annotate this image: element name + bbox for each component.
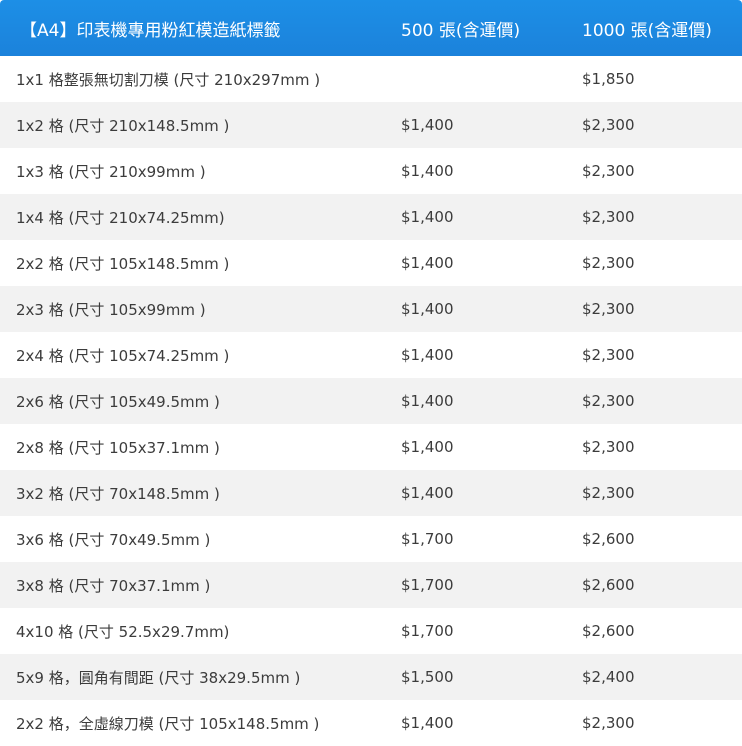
price-1000-cell: $2,300 — [582, 714, 635, 732]
table-row: 5x9 格，圓角有間距 (尺寸 38x29.5mm ) $1,500 $2,40… — [0, 654, 742, 700]
item-cell: 1x2 格 (尺寸 210x148.5mm ) — [0, 102, 401, 148]
price-1000-cell: $2,300 — [582, 254, 635, 272]
price-1000-cell: $1,850 — [582, 70, 635, 88]
price-500-cell: $1,400 — [401, 470, 582, 516]
price-500-cell: $1,400 — [401, 714, 454, 732]
table-row: 3x6 格 (尺寸 70x49.5mm ) $1,700 $2,600 — [0, 516, 742, 562]
price-500-cell: $1,700 — [401, 622, 454, 640]
price-1000-cell: $2,300 — [582, 470, 742, 516]
price-1000-cell: $2,300 — [582, 346, 635, 364]
item-cell: 2x2 格，全虛線刀模 (尺寸 105x148.5mm ) — [16, 714, 320, 733]
price-1000-cell: $2,300 — [582, 194, 742, 240]
price-500-cell: $1,400 — [401, 378, 582, 424]
price-500-cell — [401, 56, 582, 102]
price-500-cell: $1,400 — [401, 346, 454, 364]
item-cell: 4x10 格 (尺寸 52.5x29.7mm) — [16, 622, 230, 641]
price-500-cell: $1,500 — [401, 654, 582, 700]
price-1000-cell: $2,600 — [582, 622, 635, 640]
table-row: 1x1 格整張無切割刀模 (尺寸 210x297mm ) $1,850 — [0, 56, 742, 102]
item-cell: 2x8 格 (尺寸 105x37.1mm ) — [16, 438, 220, 457]
table-row: 1x4 格 (尺寸 210x74.25mm) $1,400 $2,300 — [0, 194, 742, 240]
table-row: 3x8 格 (尺寸 70x37.1mm ) $1,700 $2,600 — [0, 562, 742, 608]
price-1000-cell: $2,600 — [582, 562, 742, 608]
table-row: 2x2 格，全虛線刀模 (尺寸 105x148.5mm ) $1,400 $2,… — [0, 700, 742, 746]
price-500-cell: $1,400 — [401, 438, 454, 456]
price-1000-cell: $2,300 — [582, 102, 742, 148]
item-cell: 2x3 格 (尺寸 105x99mm ) — [0, 286, 401, 332]
item-cell: 2x2 格 (尺寸 105x148.5mm ) — [16, 254, 230, 273]
item-cell: 3x6 格 (尺寸 70x49.5mm ) — [16, 530, 211, 549]
table-row: 2x8 格 (尺寸 105x37.1mm ) $1,400 $2,300 — [0, 424, 742, 470]
price-1000-header: 1000 張(含運價) — [582, 0, 742, 56]
price-1000-cell: $2,400 — [582, 654, 742, 700]
item-cell: 1x4 格 (尺寸 210x74.25mm) — [0, 194, 401, 240]
price-500-cell: $1,700 — [401, 562, 582, 608]
item-cell: 2x4 格 (尺寸 105x74.25mm ) — [16, 346, 230, 365]
item-cell: 2x6 格 (尺寸 105x49.5mm ) — [0, 378, 401, 424]
table-row: 4x10 格 (尺寸 52.5x29.7mm) $1,700 $2,600 — [0, 608, 742, 654]
price-500-cell: $1,700 — [401, 530, 454, 548]
price-500-cell: $1,400 — [401, 162, 454, 180]
item-cell: 5x9 格，圓角有間距 (尺寸 38x29.5mm ) — [0, 654, 401, 700]
price-500-cell: $1,400 — [401, 102, 582, 148]
table-header-row: 【A4】印表機專用粉紅模造紙標籤 500 張(含運價) 1000 張(含運價) — [0, 0, 742, 56]
table-row: 1x3 格 (尺寸 210x99mm ) $1,400 $2,300 — [0, 148, 742, 194]
item-cell: 1x1 格整張無切割刀模 (尺寸 210x297mm ) — [16, 70, 321, 89]
item-cell: 1x3 格 (尺寸 210x99mm ) — [16, 162, 206, 181]
table-row: 2x3 格 (尺寸 105x99mm ) $1,400 $2,300 — [0, 286, 742, 332]
table-row: 2x6 格 (尺寸 105x49.5mm ) $1,400 $2,300 — [0, 378, 742, 424]
item-cell: 3x8 格 (尺寸 70x37.1mm ) — [0, 562, 401, 608]
product-title-header: 【A4】印表機專用粉紅模造紙標籤 — [0, 0, 401, 56]
item-cell: 3x2 格 (尺寸 70x148.5mm ) — [0, 470, 401, 516]
table-row: 1x2 格 (尺寸 210x148.5mm ) $1,400 $2,300 — [0, 102, 742, 148]
price-table: 【A4】印表機專用粉紅模造紙標籤 500 張(含運價) 1000 張(含運價) … — [0, 0, 742, 746]
price-500-cell: $1,400 — [401, 194, 582, 240]
table-row: 2x4 格 (尺寸 105x74.25mm ) $1,400 $2,300 — [0, 332, 742, 378]
price-500-cell: $1,400 — [401, 286, 582, 332]
table-row: 2x2 格 (尺寸 105x148.5mm ) $1,400 $2,300 — [0, 240, 742, 286]
price-1000-cell: $2,600 — [582, 530, 635, 548]
price-1000-cell: $2,300 — [582, 378, 742, 424]
table-row: 3x2 格 (尺寸 70x148.5mm ) $1,400 $2,300 — [0, 470, 742, 516]
price-1000-cell: $2,300 — [582, 162, 635, 180]
price-1000-cell: $2,300 — [582, 286, 742, 332]
price-500-header: 500 張(含運價) — [401, 0, 582, 56]
price-1000-cell: $2,300 — [582, 438, 635, 456]
price-500-cell: $1,400 — [401, 254, 454, 272]
